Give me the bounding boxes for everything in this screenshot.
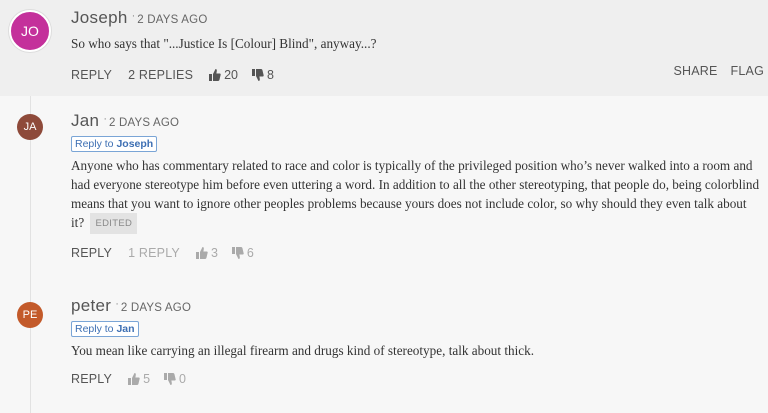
reply-to-prefix: Reply to bbox=[75, 323, 114, 335]
comment-text: You mean like carrying an illegal firear… bbox=[71, 343, 535, 358]
thumbs-up-icon bbox=[128, 373, 140, 385]
avatar[interactable]: JO bbox=[9, 10, 51, 52]
comment-timestamp[interactable]: 2 DAYS AGO bbox=[137, 14, 207, 26]
separator-dot: · bbox=[115, 298, 119, 310]
upvote-button[interactable]: 3 bbox=[195, 246, 218, 260]
replies-toggle[interactable]: 2 REPLIES bbox=[128, 68, 193, 82]
comment-peter: PE peter · 2 DAYS AGO Reply to Jan You m… bbox=[0, 285, 768, 413]
reply-button[interactable]: REPLY bbox=[71, 246, 112, 260]
replies-toggle[interactable]: 1 REPLY bbox=[128, 246, 180, 260]
downvote-button[interactable]: 6 bbox=[231, 246, 254, 260]
separator-dot: · bbox=[131, 10, 136, 22]
upvote-count: 3 bbox=[210, 246, 218, 260]
downvote-button[interactable]: 8 bbox=[252, 68, 274, 82]
comment-jan: JA Jan · 2 DAYS AGO Reply to Joseph Anyo… bbox=[0, 96, 768, 276]
reply-to-prefix: Reply to bbox=[75, 138, 114, 150]
reply-to-name: Joseph bbox=[116, 138, 154, 150]
thumbs-up-icon bbox=[209, 69, 221, 81]
avatar[interactable]: PE bbox=[17, 302, 43, 328]
upvote-button[interactable]: 5 bbox=[128, 372, 150, 386]
reply-button[interactable]: REPLY bbox=[71, 68, 112, 82]
comment-text: Anyone who has commentary related to rac… bbox=[71, 156, 761, 235]
thumbs-up-icon bbox=[195, 247, 208, 259]
thumbs-down-icon bbox=[164, 373, 176, 385]
comment-text-body: Anyone who has commentary related to rac… bbox=[71, 158, 760, 230]
edited-badge: EDITED bbox=[90, 213, 138, 234]
upvote-count: 20 bbox=[224, 68, 239, 82]
comment-timestamp[interactable]: 2 DAYS AGO bbox=[109, 117, 179, 129]
share-button[interactable]: SHARE bbox=[673, 64, 717, 78]
comment-author[interactable]: Jan bbox=[71, 111, 99, 131]
comment-text: So who says that "...Justice Is [Colour]… bbox=[71, 36, 377, 51]
reply-to-link[interactable]: Reply to Jan bbox=[71, 321, 139, 337]
thumbs-down-icon bbox=[231, 247, 244, 259]
comment-author[interactable]: peter bbox=[71, 296, 111, 316]
thumbs-down-icon bbox=[252, 69, 264, 81]
reply-to-name: Jan bbox=[116, 323, 135, 335]
downvote-count: 6 bbox=[246, 246, 254, 260]
downvote-count: 0 bbox=[179, 372, 186, 386]
comment-author[interactable]: Joseph bbox=[71, 8, 128, 28]
upvote-count: 5 bbox=[143, 372, 151, 386]
separator-dot: · bbox=[103, 113, 107, 125]
reply-to-link[interactable]: Reply to Joseph bbox=[71, 136, 158, 152]
downvote-button[interactable]: 0 bbox=[164, 372, 186, 386]
flag-button[interactable]: FLAG bbox=[731, 64, 764, 78]
reply-button[interactable]: REPLY bbox=[71, 372, 112, 386]
avatar[interactable]: JA bbox=[17, 114, 43, 140]
downvote-count: 8 bbox=[267, 68, 274, 82]
comment-timestamp[interactable]: 2 DAYS AGO bbox=[121, 302, 191, 314]
comment-joseph: JO Joseph · 2 DAYS AGO So who says that … bbox=[0, 0, 768, 96]
upvote-button[interactable]: 20 bbox=[209, 68, 238, 82]
